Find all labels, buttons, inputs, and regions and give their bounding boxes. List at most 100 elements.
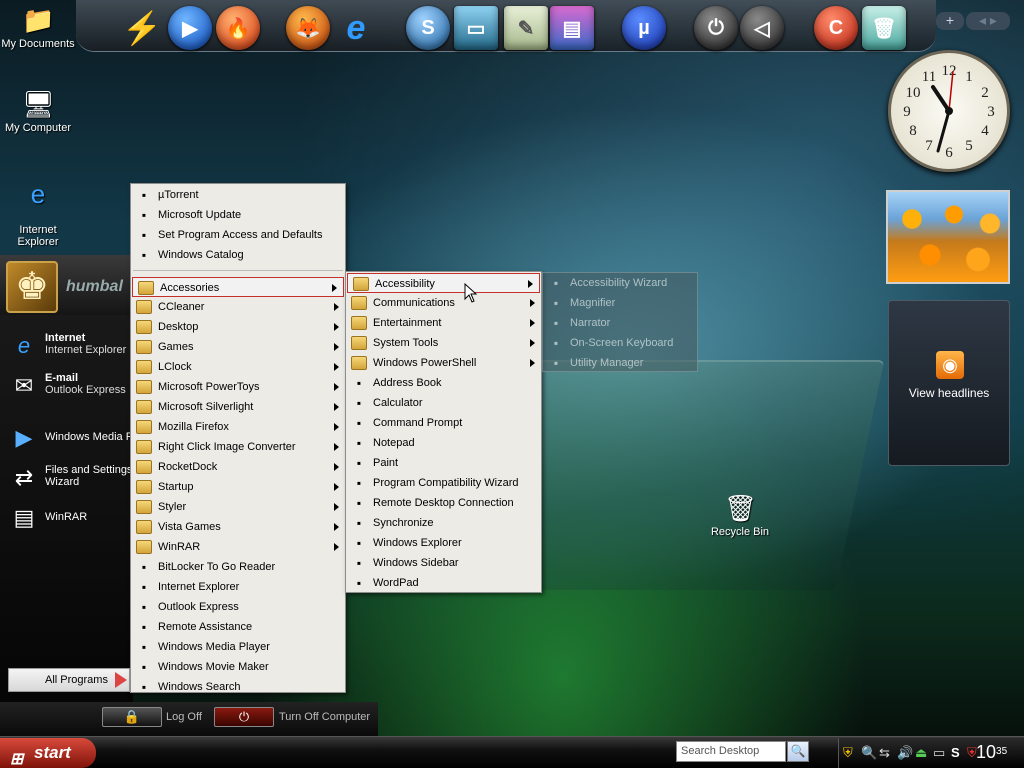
menu-item-accessibility[interactable]: Accessibility bbox=[347, 273, 540, 293]
menu-item-communications[interactable]: Communications bbox=[346, 293, 541, 313]
sync-icon: ▪ bbox=[356, 516, 362, 530]
rss-icon: ◉ bbox=[936, 351, 964, 379]
start-label: start bbox=[34, 743, 71, 762]
desktop-icon-my-computer[interactable]: 🖥 My Computer bbox=[0, 88, 76, 134]
menu-item-bitlocker-to-go-reader[interactable]: ▪ BitLocker To Go Reader bbox=[131, 557, 345, 577]
menu-item-command-prompt[interactable]: ▪ Command Prompt bbox=[346, 413, 541, 433]
menu-item-games[interactable]: Games bbox=[131, 337, 345, 357]
sidebar-add-button[interactable]: + bbox=[936, 12, 964, 30]
menu-item-magnifier[interactable]: ▪ Magnifier bbox=[543, 293, 697, 313]
monitor-icon[interactable]: ▭ bbox=[454, 6, 498, 50]
search-button[interactable]: 🔍 bbox=[787, 741, 809, 762]
menu-item-microsoft-silverlight[interactable]: Microsoft Silverlight bbox=[131, 397, 345, 417]
menu-item-remote-desktop-connection[interactable]: ▪ Remote Desktop Connection bbox=[346, 493, 541, 513]
safely-remove-icon[interactable]: ⏏ bbox=[915, 745, 927, 761]
menu-item-startup[interactable]: Startup bbox=[131, 477, 345, 497]
desktop-icon-internet-explorer[interactable]: e Internet Explorer bbox=[0, 166, 76, 248]
media-play-icon[interactable]: ▶ bbox=[168, 6, 212, 50]
remote-desktop-icon: ▪ bbox=[356, 496, 362, 510]
menu-item-right-click-image-converter[interactable]: Right Click Image Converter bbox=[131, 437, 345, 457]
menu-item-windows-explorer[interactable]: ▪ Windows Explorer bbox=[346, 533, 541, 553]
burn-icon[interactable]: 🔥 bbox=[216, 6, 260, 50]
menu-item-remote-assistance[interactable]: ▪ Remote Assistance bbox=[131, 617, 345, 637]
menu-item-system-tools[interactable]: System Tools bbox=[346, 333, 541, 353]
menu-item-windows-movie-maker[interactable]: ▪ Windows Movie Maker bbox=[131, 657, 345, 677]
menu-item-microsoft-powertoys[interactable]: Microsoft PowerToys bbox=[131, 377, 345, 397]
menu-item-outlook-express[interactable]: ▪ Outlook Express bbox=[131, 597, 345, 617]
menu-item-windows-catalog[interactable]: ▪ Windows Catalog bbox=[131, 245, 345, 265]
notepad-icon: ▪ bbox=[356, 436, 362, 450]
menu-item-set-program-access-and-defaults[interactable]: ▪ Set Program Access and Defaults bbox=[131, 225, 345, 245]
menu-item-styler[interactable]: Styler bbox=[131, 497, 345, 517]
utorrent-icon[interactable]: µ bbox=[622, 6, 666, 50]
menu-item-winrar[interactable]: WinRAR bbox=[131, 537, 345, 557]
power-icon: ⏻ bbox=[238, 709, 250, 724]
menu-item-accessories[interactable]: Accessories bbox=[132, 277, 344, 297]
network-icon[interactable]: ⇆ bbox=[879, 745, 890, 761]
eject-icon[interactable]: ◁ bbox=[740, 6, 784, 50]
menu-item-notepad[interactable]: ▪ Notepad bbox=[346, 433, 541, 453]
slideshow-gadget[interactable] bbox=[886, 190, 1010, 284]
menu-item-wordpad[interactable]: ▪ WordPad bbox=[346, 573, 541, 593]
search-desktop-input[interactable]: Search Desktop bbox=[676, 741, 786, 762]
menu-item-windows-media-player[interactable]: ▪ Windows Media Player bbox=[131, 637, 345, 657]
all-programs-button[interactable]: All Programs bbox=[8, 668, 130, 692]
sidebar-nav-buttons[interactable]: ◂ ▸ bbox=[966, 12, 1010, 30]
menu-item-vista-games[interactable]: Vista Games bbox=[131, 517, 345, 537]
internet-explorer-icon[interactable]: e bbox=[334, 6, 378, 50]
winrar-icon[interactable]: ▤ bbox=[550, 6, 594, 50]
menu-item-accessibility-wizard[interactable]: ▪ Accessibility Wizard bbox=[543, 273, 697, 293]
menu-item-label: Notepad bbox=[373, 437, 415, 449]
firefox-icon[interactable]: 🦊 bbox=[286, 6, 330, 50]
feed-headlines-label[interactable]: View headlines bbox=[888, 386, 1010, 400]
menu-item-label: Communications bbox=[373, 297, 455, 309]
volume-icon[interactable]: 🔊 bbox=[897, 745, 913, 761]
display-icon[interactable]: ▭ bbox=[933, 745, 945, 761]
menu-item-calculator[interactable]: ▪ Calculator bbox=[346, 393, 541, 413]
menu-item-ccleaner[interactable]: CCleaner bbox=[131, 297, 345, 317]
start-button[interactable]: ⊞ start bbox=[0, 738, 96, 768]
menu-item-program-compatibility-wizard[interactable]: ▪ Program Compatibility Wizard bbox=[346, 473, 541, 493]
log-off-button[interactable]: 🔒 bbox=[102, 707, 162, 727]
magnifier-icon[interactable]: 🔍 bbox=[861, 745, 877, 761]
styler-icon[interactable]: S bbox=[406, 6, 450, 50]
menu-item-utility-manager[interactable]: ▪ Utility Manager bbox=[543, 353, 697, 373]
ccleaner-icon[interactable]: C bbox=[814, 6, 858, 50]
submenu-arrow-icon bbox=[334, 483, 339, 491]
menu-item-entertainment[interactable]: Entertainment bbox=[346, 313, 541, 333]
explorer-folder-icon: ▪ bbox=[356, 536, 362, 550]
menu-item-windows-search[interactable]: ▪ Windows Search bbox=[131, 677, 345, 697]
desktop-icon-my-documents[interactable]: 📁 My Documents bbox=[0, 4, 76, 50]
menu-item-address-book[interactable]: ▪ Address Book bbox=[346, 373, 541, 393]
svg-text:5: 5 bbox=[965, 138, 973, 154]
turn-off-label[interactable]: Turn Off Computer bbox=[279, 711, 370, 723]
menu-item-rocketdock[interactable]: RocketDock bbox=[131, 457, 345, 477]
menu-item-narrator[interactable]: ▪ Narrator bbox=[543, 313, 697, 333]
recycle-bin-icon[interactable]: 🗑 bbox=[862, 6, 906, 50]
submenu-arrow-icon bbox=[530, 299, 535, 307]
menu-item-synchronize[interactable]: ▪ Synchronize bbox=[346, 513, 541, 533]
accessibility-menu: ▪ Accessibility Wizard ▪ Magnifier ▪ Narrator… bbox=[542, 272, 698, 372]
turn-off-button[interactable]: ⏻ bbox=[214, 707, 274, 727]
lightning-icon[interactable]: ⚡ bbox=[120, 6, 164, 50]
menu-item-lclock[interactable]: LClock bbox=[131, 357, 345, 377]
menu-item-paint[interactable]: ▪ Paint bbox=[346, 453, 541, 473]
log-off-label[interactable]: Log Off bbox=[166, 711, 202, 723]
folder-icon bbox=[136, 360, 152, 374]
notepad-icon[interactable]: ✎ bbox=[504, 6, 548, 50]
taskbar-clock[interactable]: 1035 bbox=[976, 741, 1007, 763]
power-icon[interactable]: ⏻ bbox=[694, 6, 738, 50]
menu-item-windows-sidebar[interactable]: ▪ Windows Sidebar bbox=[346, 553, 541, 573]
menu-item-mozilla-firefox[interactable]: Mozilla Firefox bbox=[131, 417, 345, 437]
folder-icon bbox=[136, 380, 152, 394]
menu-item-on-screen-keyboard[interactable]: ▪ On-Screen Keyboard bbox=[543, 333, 697, 353]
styler-tray-icon[interactable]: S bbox=[951, 745, 960, 760]
menu-item-desktop[interactable]: Desktop bbox=[131, 317, 345, 337]
desktop-icon-recycle-bin[interactable]: 🗑 Recycle Bin bbox=[702, 492, 778, 538]
menu-item-windows-powershell[interactable]: Windows PowerShell bbox=[346, 353, 541, 373]
menu-item-torrent[interactable]: ▪ µTorrent bbox=[131, 185, 345, 205]
menu-item-microsoft-update[interactable]: ▪ Microsoft Update bbox=[131, 205, 345, 225]
security-shield-icon[interactable]: ⛨ bbox=[843, 745, 853, 761]
feed-headlines-gadget[interactable] bbox=[888, 300, 1010, 466]
menu-item-internet-explorer[interactable]: ▪ Internet Explorer bbox=[131, 577, 345, 597]
